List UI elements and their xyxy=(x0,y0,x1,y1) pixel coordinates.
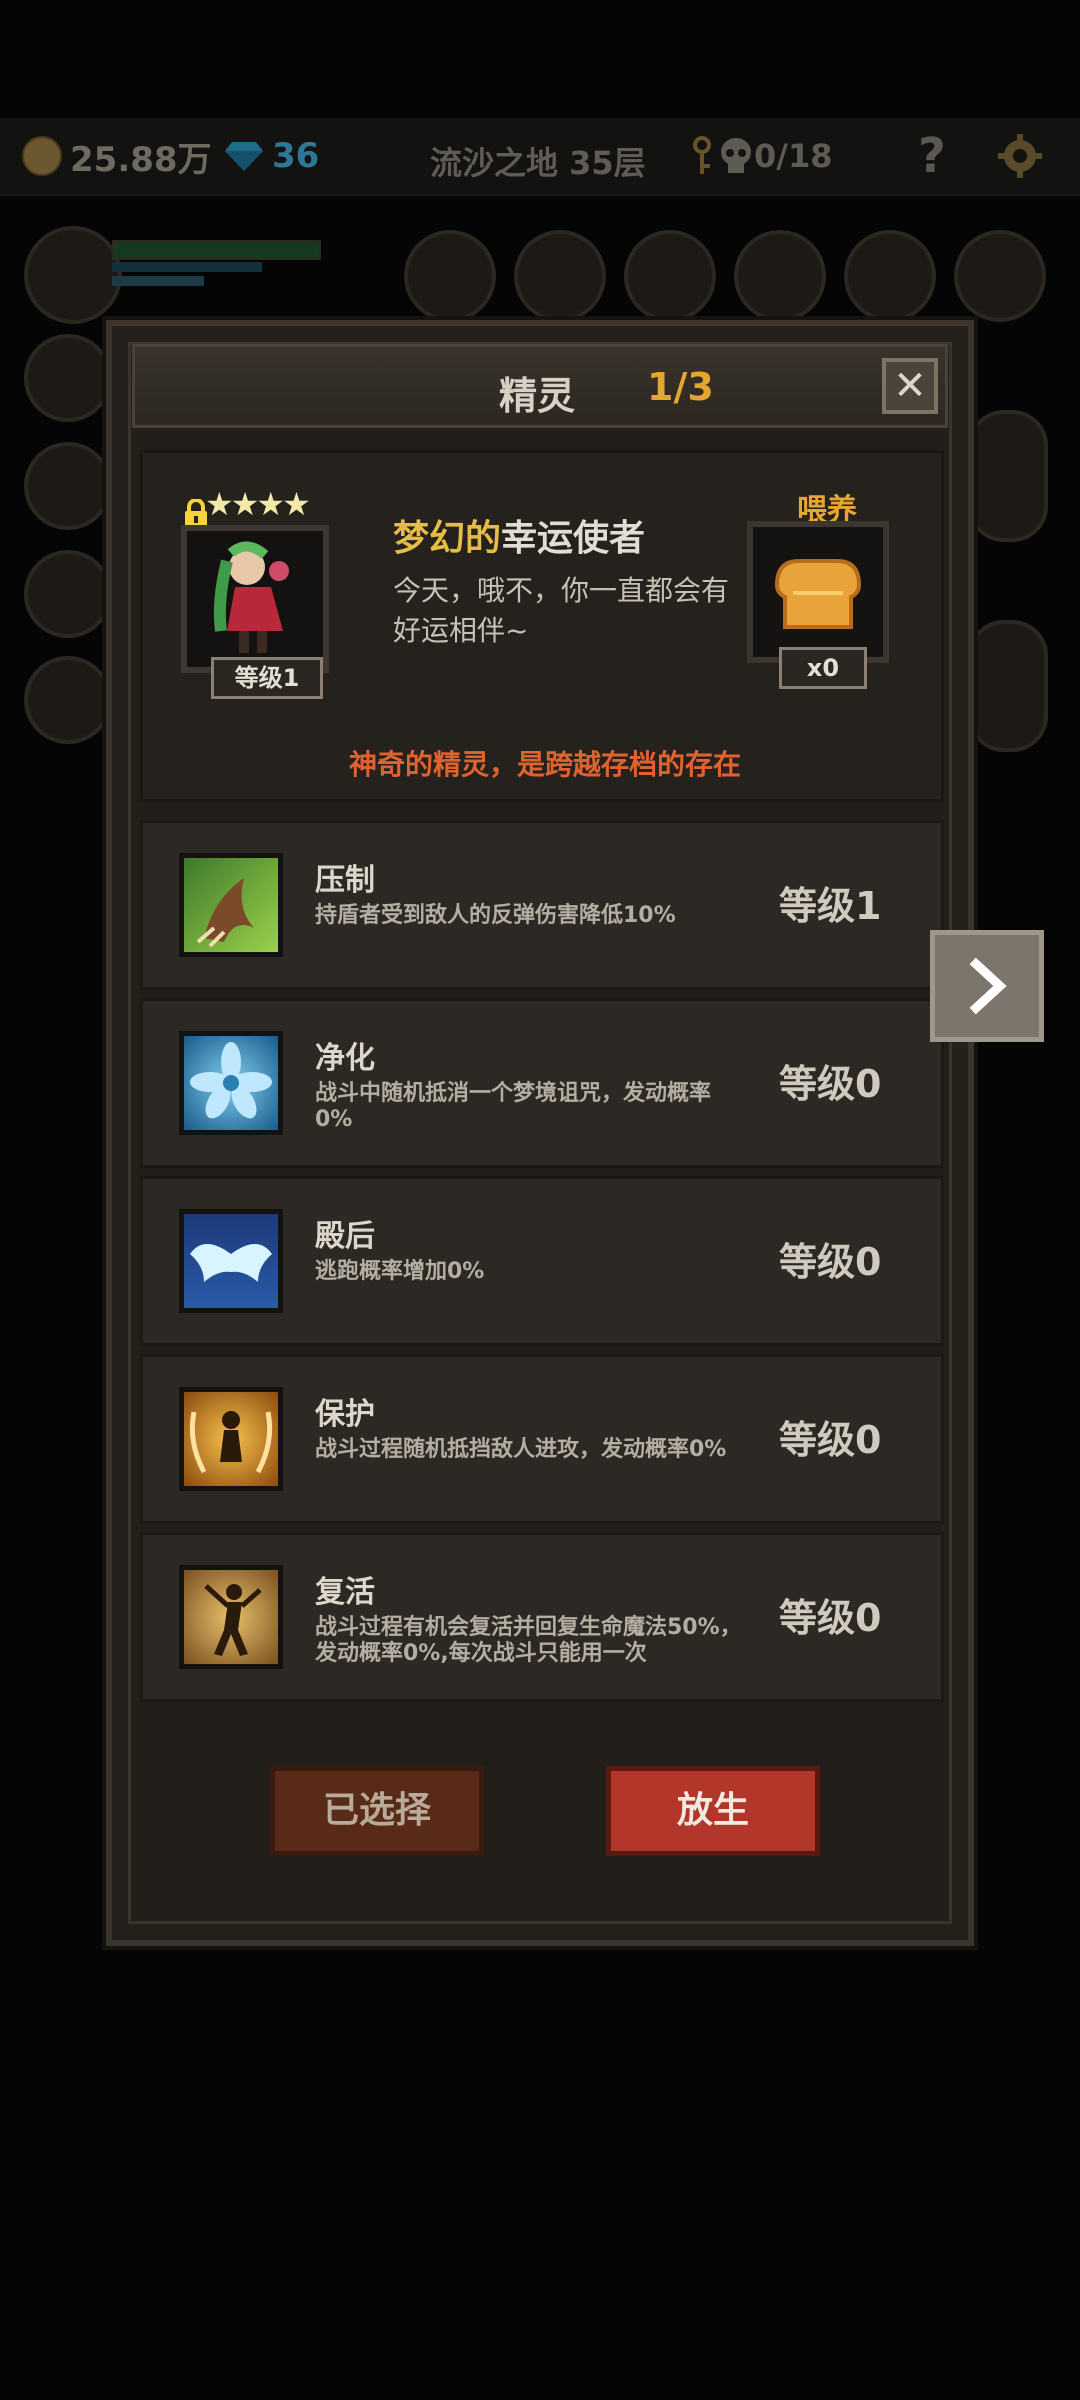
skill-level: 等级0 xyxy=(779,1062,882,1106)
skill-level: 等级0 xyxy=(779,1596,882,1640)
wings-icon xyxy=(179,1209,283,1313)
gold-counter: 25.88万 xyxy=(22,134,212,180)
release-button[interactable]: 放生 xyxy=(606,1766,820,1856)
inventory-slot xyxy=(514,230,606,322)
skill-row[interactable]: 保护 战斗过程随机抵挡敌人进攻，发动概率0% 等级0 xyxy=(140,1354,944,1524)
chevron-right-icon xyxy=(969,957,1007,1015)
skill-name: 净化 xyxy=(315,1041,375,1076)
spirit-portrait[interactable] xyxy=(181,525,329,673)
skill-description: 逃跑概率增加0% xyxy=(315,1259,485,1284)
revive-icon xyxy=(179,1565,283,1669)
bread-icon xyxy=(774,559,862,629)
skill-name: 压制 xyxy=(315,863,375,898)
spirit-name-prefix: 梦幻的 xyxy=(393,518,502,559)
skill-name: 保护 xyxy=(315,1397,375,1432)
skill-row[interactable]: 净化 战斗中随机抵消一个梦境诅咒，发动概率0% 等级0 xyxy=(140,998,944,1168)
selected-button[interactable]: 已选择 xyxy=(270,1766,484,1856)
feed-count: x0 xyxy=(779,647,867,689)
diamond-icon xyxy=(225,142,263,171)
locked-slot xyxy=(954,230,1046,322)
gem-value: 36 xyxy=(272,136,320,176)
skull-count: 0/18 xyxy=(754,137,833,175)
skill-level: 等级0 xyxy=(779,1240,882,1284)
settings-gear-icon[interactable] xyxy=(996,132,1044,180)
top-status-bar: 25.88万 36 流沙之地 35层 0/18 ? xyxy=(0,118,1080,196)
party-avatar xyxy=(24,442,112,530)
feed-slot[interactable] xyxy=(747,521,889,663)
party-avatar xyxy=(24,550,112,638)
skill-level: 等级0 xyxy=(779,1418,882,1462)
spirit-name: 梦幻的幸运使者 xyxy=(393,509,645,561)
spirit-tagline: 神奇的精灵，是跨越存档的存在 xyxy=(348,748,741,781)
skill-description: 战斗过程有机会复活并回复生命魔法50%，发动概率0%,每次战斗只能用一次 xyxy=(315,1615,742,1666)
dialog-header: 精灵 1/3 xyxy=(132,344,948,428)
party-avatar xyxy=(24,656,112,744)
party-avatar xyxy=(24,334,112,422)
gem-counter: 36 xyxy=(224,134,319,178)
hero-avatar xyxy=(24,226,122,324)
inventory-slot xyxy=(844,230,936,322)
floor-label: 流沙之地 35层 xyxy=(430,144,646,182)
skill-row[interactable]: 殿后 逃跑概率增加0% 等级0 xyxy=(140,1176,944,1346)
next-page-button[interactable] xyxy=(930,930,1044,1042)
side-enemy xyxy=(968,620,1048,752)
spirit-level-badge: 等级1 xyxy=(211,657,323,699)
page-indicator: 1/3 xyxy=(647,365,714,409)
key-skull-counter: 0/18 xyxy=(690,136,832,176)
mp-bar xyxy=(112,262,262,272)
skill-description: 持盾者受到敌人的反弹伤害降低10% xyxy=(315,903,676,928)
hp-bar xyxy=(112,240,321,260)
inventory-slot xyxy=(734,230,826,322)
spirit-name-main: 幸运使者 xyxy=(501,518,646,559)
side-enemy xyxy=(968,410,1048,542)
spirit-info-card: ★★★★ 等级1 梦幻的幸运使者 今天，哦不，你一直都会有好运相伴~ 喂养 x0… xyxy=(140,450,944,802)
claw-icon xyxy=(179,853,283,957)
skill-name: 殿后 xyxy=(315,1219,375,1254)
inventory-slot xyxy=(624,230,716,322)
skill-description: 战斗过程随机抵挡敌人进攻，发动概率0% xyxy=(315,1437,727,1462)
coin-icon xyxy=(22,136,62,176)
star-rating: ★★★★ xyxy=(205,485,311,523)
fairy-character-icon xyxy=(213,541,289,653)
spirit-dialog: 精灵 1/3 ✕ ★★★★ 等级1 梦幻的幸运使者 今天，哦不，你一直都会有好运… xyxy=(106,320,974,1946)
close-button[interactable]: ✕ xyxy=(882,358,938,414)
key-icon xyxy=(693,136,711,174)
skill-name: 复活 xyxy=(315,1575,375,1610)
inventory-slot xyxy=(404,230,496,322)
skill-row[interactable]: 压制 持盾者受到敌人的反弹伤害降低10% 等级1 xyxy=(140,820,944,990)
gold-value: 25.88万 xyxy=(70,139,212,180)
exp-bar xyxy=(112,276,204,286)
skull-icon xyxy=(721,138,751,173)
guardian-icon xyxy=(179,1387,283,1491)
skill-row[interactable]: 复活 战斗过程有机会复活并回复生命魔法50%，发动概率0%,每次战斗只能用一次 … xyxy=(140,1532,944,1702)
dialog-title: 精灵 xyxy=(499,374,576,418)
skill-level: 等级1 xyxy=(779,884,882,928)
help-button[interactable]: ? xyxy=(918,128,946,184)
spirit-description: 今天，哦不，你一直都会有好运相伴~ xyxy=(393,574,730,647)
skill-description: 战斗中随机抵消一个梦境诅咒，发动概率0% xyxy=(315,1081,712,1132)
blue-flower-icon xyxy=(179,1031,283,1135)
